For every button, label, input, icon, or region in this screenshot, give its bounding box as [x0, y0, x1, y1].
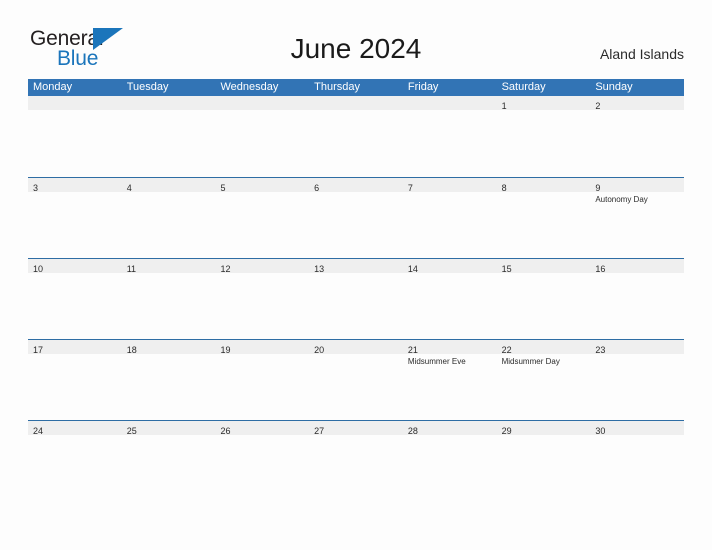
calendar-day-number: 9 — [595, 183, 601, 193]
calendar-day-cell[interactable]: 27 — [309, 421, 403, 501]
calendar-week-row: 17 18 19 20 21 Midsummer Eve 22 Midsummer Day 23 — [28, 339, 685, 420]
calendar-day-cell[interactable]: 28 — [402, 421, 497, 501]
calendar-day-number: 24 — [33, 426, 44, 436]
calendar-day-number: 8 — [501, 183, 507, 193]
calendar-day-cell[interactable]: 3 — [28, 178, 122, 258]
calendar-day-cell[interactable]: 4 — [121, 178, 216, 258]
calendar-day-cell[interactable]: 2 — [590, 96, 685, 177]
region-label: Aland Islands — [599, 46, 684, 62]
calendar-day-cell[interactable]: 26 — [215, 421, 310, 501]
calendar-day-cell[interactable]: 11 — [121, 259, 216, 339]
calendar-day-events: Midsummer Eve — [403, 354, 497, 367]
calendar-day-cell[interactable]: 9 Autonomy Day — [590, 178, 685, 258]
calendar-day-number: 25 — [126, 426, 137, 436]
calendar-day-number: 26 — [220, 426, 231, 436]
calendar-day-cell[interactable]: 21 Midsummer Eve — [402, 340, 497, 420]
calendar-day-cell-empty — [215, 96, 310, 177]
calendar-day-cell[interactable]: 19 — [215, 340, 310, 420]
calendar-day-band-empty — [309, 96, 403, 110]
calendar-day-cell[interactable]: 16 — [590, 259, 685, 339]
calendar-day-number: 27 — [314, 426, 325, 436]
calendar-day-number: 12 — [220, 264, 231, 274]
calendar-day-number: 30 — [595, 426, 606, 436]
calendar-week-row: 10 11 12 13 14 15 16 — [28, 258, 685, 339]
calendar-day-number: 13 — [314, 264, 325, 274]
calendar-day-cell-empty — [121, 96, 216, 177]
calendar-day-band-empty — [215, 96, 310, 110]
calendar-grid: Monday Tuesday Wednesday Thursday Friday… — [28, 79, 685, 501]
calendar-day-number: 1 — [501, 101, 507, 111]
calendar-day-cell[interactable]: 25 — [121, 421, 216, 501]
calendar-day-number: 22 — [501, 345, 512, 355]
calendar-day-number: 20 — [314, 345, 325, 355]
calendar-day-cell[interactable]: 24 — [28, 421, 122, 501]
calendar-day-events: Midsummer Day — [497, 354, 591, 367]
calendar-day-cell[interactable]: 30 — [590, 421, 685, 501]
calendar-day-cell[interactable]: 1 — [496, 96, 591, 177]
calendar-day-cell-empty — [28, 96, 122, 177]
calendar-day-number: 23 — [595, 345, 606, 355]
page-header: General Blue June 2024 Aland Islands — [0, 0, 712, 78]
calendar-event-label: Autonomy Day — [595, 195, 648, 204]
calendar-day-number: 10 — [33, 264, 44, 274]
calendar-week-row: 3 4 5 6 7 8 9 Autonomy Day — [28, 177, 685, 258]
calendar-day-events: Autonomy Day — [590, 192, 684, 205]
calendar-weeks: 1 2 3 4 5 6 7 8 9 Autonomy Day 10 11 12 13 14 15 16 17 18 1… — [28, 96, 685, 501]
calendar-day-cell-empty — [402, 96, 497, 177]
calendar-day-number: 6 — [314, 183, 320, 193]
calendar-page: General Blue June 2024 Aland Islands Mon… — [0, 0, 712, 550]
weekday-header-saturday: Saturday — [501, 81, 546, 93]
calendar-day-cell[interactable]: 8 — [496, 178, 591, 258]
calendar-day-cell[interactable]: 18 — [121, 340, 216, 420]
weekday-header-thursday: Thursday — [314, 81, 361, 93]
weekday-header-friday: Friday — [407, 81, 439, 93]
calendar-day-number: 11 — [126, 264, 137, 274]
calendar-day-cell[interactable]: 13 — [309, 259, 403, 339]
calendar-day-number: 16 — [595, 264, 606, 274]
calendar-day-cell[interactable]: 23 — [590, 340, 685, 420]
calendar-day-cell-empty — [309, 96, 403, 177]
weekday-header-monday: Monday — [33, 81, 73, 93]
calendar-day-number: 18 — [126, 345, 137, 355]
calendar-day-band-empty — [28, 96, 122, 110]
calendar-day-cell[interactable]: 7 — [402, 178, 497, 258]
calendar-day-number: 5 — [220, 183, 226, 193]
calendar-day-cell[interactable]: 5 — [215, 178, 310, 258]
calendar-day-number: 15 — [501, 264, 512, 274]
calendar-day-number: 21 — [407, 345, 418, 355]
calendar-day-cell[interactable]: 17 — [28, 340, 122, 420]
calendar-day-number: 19 — [220, 345, 231, 355]
calendar-day-cell[interactable]: 20 — [309, 340, 403, 420]
calendar-day-number: 7 — [407, 183, 413, 193]
calendar-day-cell[interactable]: 22 Midsummer Day — [496, 340, 591, 420]
weekday-header-sunday: Sunday — [595, 81, 633, 93]
calendar-day-cell[interactable]: 10 — [28, 259, 122, 339]
calendar-day-number: 28 — [407, 426, 418, 436]
weekday-header-wednesday: Wednesday — [220, 81, 279, 93]
calendar-day-cell[interactable]: 15 — [496, 259, 591, 339]
calendar-day-band-empty — [402, 96, 497, 110]
weekday-header-row: Monday Tuesday Wednesday Thursday Friday… — [28, 79, 684, 96]
calendar-day-number: 4 — [126, 183, 132, 193]
calendar-week-row: 24 25 26 27 28 29 30 — [28, 420, 685, 501]
calendar-day-cell[interactable]: 12 — [215, 259, 310, 339]
calendar-day-band-empty — [121, 96, 216, 110]
calendar-event-label: Midsummer Eve — [407, 357, 466, 366]
calendar-event-label: Midsummer Day — [501, 357, 560, 366]
calendar-day-cell[interactable]: 29 — [496, 421, 591, 501]
calendar-week-row: 12 — [28, 96, 685, 177]
calendar-day-number: 3 — [33, 183, 39, 193]
calendar-day-cell[interactable]: 6 — [309, 178, 403, 258]
calendar-day-number: 17 — [33, 345, 44, 355]
calendar-day-cell[interactable]: 14 — [402, 259, 497, 339]
weekday-header-tuesday: Tuesday — [126, 81, 169, 93]
calendar-day-number: 29 — [501, 426, 512, 436]
calendar-day-number: 14 — [407, 264, 418, 274]
calendar-day-number: 2 — [595, 101, 601, 111]
